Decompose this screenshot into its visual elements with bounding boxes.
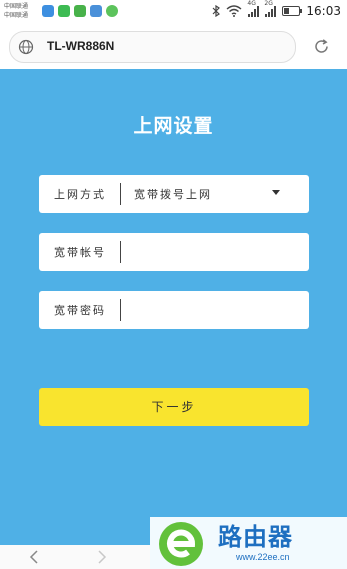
shield-icon	[106, 5, 118, 17]
app-notification-icon	[42, 5, 54, 17]
globe-icon	[18, 39, 34, 55]
wifi-icon	[226, 5, 242, 17]
signal-2g-label: 2G	[264, 0, 273, 7]
password-label: 宽带密码	[54, 304, 106, 317]
watermark-text: 路由器	[218, 523, 293, 551]
reload-icon[interactable]	[313, 38, 330, 55]
router-setup-page: 上网设置 上网方式 宽带拨号上网 宽带帐号 宽带密码 下一步	[0, 69, 347, 569]
browser-bottom-bar	[0, 545, 150, 569]
text-cursor	[120, 299, 121, 321]
url-text: TL-WR886N	[47, 39, 115, 53]
signal-4g-label: 4G	[247, 0, 256, 7]
connection-type-label: 上网方式	[54, 188, 106, 201]
battery-icon	[282, 6, 303, 16]
bluetooth-icon	[212, 5, 221, 17]
watermark-url: www.22ee.cn	[236, 552, 290, 562]
connection-type-value: 宽带拨号上网	[134, 188, 212, 201]
status-bar: 中国联通 中国联通 4G 2G 16:03	[0, 0, 347, 24]
watermark-logo	[159, 522, 203, 566]
field-divider	[120, 183, 121, 205]
password-field[interactable]: 宽带密码	[39, 291, 309, 329]
chat-notification-icon	[58, 5, 70, 17]
account-label: 宽带帐号	[54, 246, 106, 259]
carrier-label: 中国联通 中国联通	[4, 2, 28, 20]
dropdown-arrow-icon[interactable]	[272, 190, 280, 195]
signal-4g-icon: 4G	[247, 0, 260, 17]
account-field[interactable]: 宽带帐号	[39, 233, 309, 271]
address-bar[interactable]: TL-WR886N	[9, 31, 296, 63]
clock: 16:03	[306, 4, 341, 18]
back-icon[interactable]	[28, 549, 40, 565]
signal-2g-icon: 2G	[264, 0, 277, 17]
notification-icons	[42, 5, 118, 17]
page-title: 上网设置	[133, 115, 214, 137]
app-notification-icon	[74, 5, 86, 17]
app-notification-icon	[90, 5, 102, 17]
carrier-line-1: 中国联通	[4, 3, 29, 10]
status-indicators: 4G 2G 16:03	[212, 0, 341, 18]
connection-type-select[interactable]: 上网方式 宽带拨号上网	[39, 175, 309, 213]
watermark: 路由器 www.22ee.cn	[150, 517, 347, 569]
next-button[interactable]: 下一步	[39, 388, 309, 426]
forward-icon[interactable]	[96, 549, 108, 565]
carrier-line-2: 中国联通	[4, 12, 29, 19]
text-cursor	[120, 241, 121, 263]
